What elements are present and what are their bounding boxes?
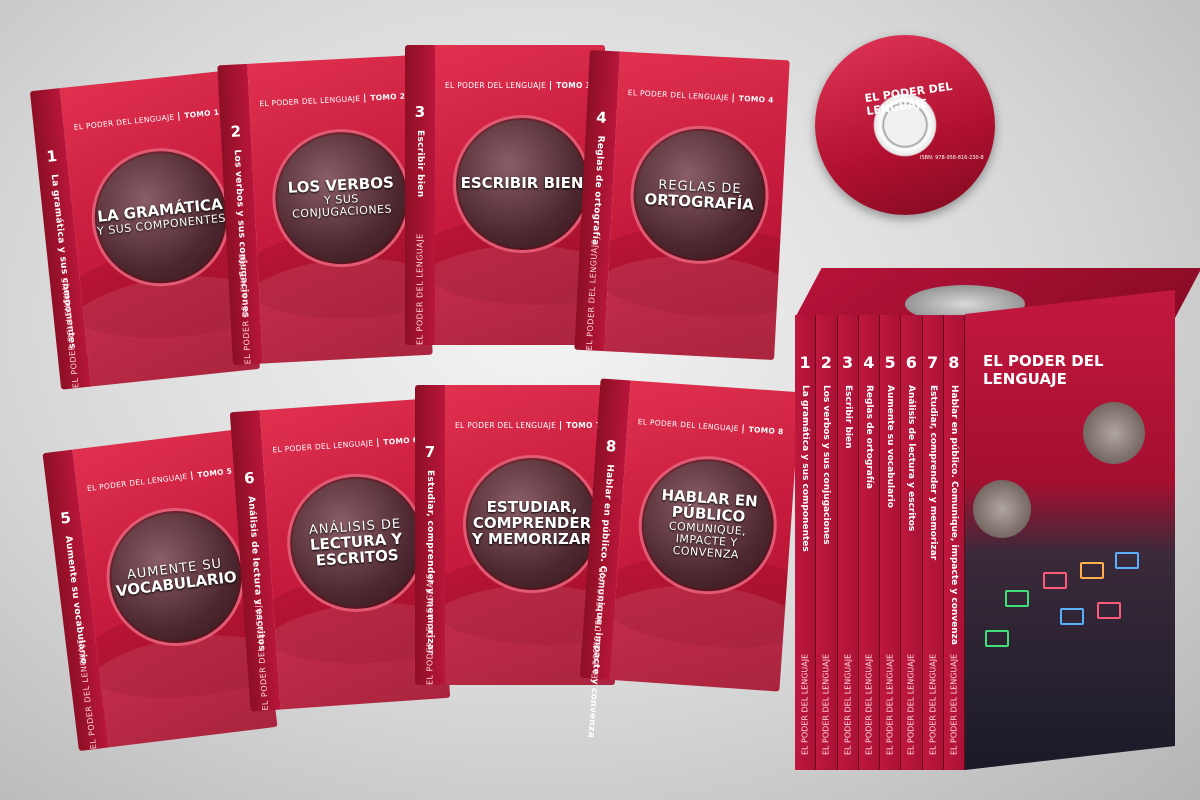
box-title: EL PODER DEL LENGUAJE bbox=[983, 352, 1104, 388]
box-spine-6: 6 Análisis de lectura y escritos EL PODER … bbox=[901, 315, 923, 770]
cd-isbn: ISBN: 978-958-816-230-8 bbox=[920, 155, 984, 161]
box-spine-3: 3 Escribir bien EL PODER DEL LENGUAJE bbox=[837, 315, 859, 770]
cover-header: EL PODER DEL LENGUAJE TOMO 4 bbox=[627, 88, 774, 105]
book-number: 6 bbox=[243, 468, 256, 488]
cover-subtitle: COMUNIQUE, IMPACTE Y CONVENZA bbox=[668, 519, 747, 562]
spine-title: Escribir bien bbox=[415, 130, 425, 198]
cover-header: EL PODER DEL LENGUAJE TOMO 5 bbox=[86, 466, 233, 494]
box-spine-2: 2 Los verbos y sus conjugaciones EL PODER … bbox=[816, 315, 838, 770]
spine-series: EL PODER DEL LENGUAJE bbox=[415, 233, 425, 345]
cd-disc: EL PODER DEL LENGUAJE ISBN: 978-958-816-… bbox=[815, 35, 995, 215]
box-photo bbox=[1083, 402, 1145, 464]
book-number: 8 bbox=[605, 436, 617, 456]
book-3: 3 Escribir bien EL PODER DEL LENGUAJE EL… bbox=[405, 45, 605, 345]
chat-bubble-icon bbox=[1097, 602, 1121, 619]
cover-title: ESTUDIAR, COMPRENDER Y MEMORIZAR bbox=[471, 498, 593, 548]
book-number: 2 bbox=[230, 122, 242, 141]
chat-bubble-icon bbox=[1115, 552, 1139, 569]
spine-series: EL PODER DEL LENGUAJE bbox=[584, 238, 600, 351]
box-spine-5: 5 Aumente su vocabulario EL PODER DEL LENG… bbox=[880, 315, 902, 770]
spine-series: EL PODER DEL LENGUAJE bbox=[237, 252, 253, 365]
spine-series: EL PODER DEL LENGUAJE bbox=[59, 276, 81, 389]
cover-header: EL PODER DEL LENGUAJE TOMO 8 bbox=[637, 417, 784, 437]
cover-header: EL PODER DEL LENGUAJE TOMO 2 bbox=[259, 91, 406, 109]
book-number: 3 bbox=[414, 103, 426, 121]
cd-title: EL PODER DEL LENGUAJE bbox=[863, 79, 954, 118]
cover-header: EL PODER DEL LENGUAJE TOMO 1 bbox=[73, 107, 220, 132]
spine-title: Reglas de ortografía bbox=[589, 135, 606, 246]
book-4: 4 Reglas de ortografía EL PODER DEL LENG… bbox=[574, 49, 790, 361]
spine-series: EL PODER DEL LENGUAJE bbox=[425, 573, 435, 685]
box-spine-1: 1 La gramática y sus componentes EL PODER … bbox=[795, 315, 817, 770]
chat-bubble-icon bbox=[1005, 590, 1029, 607]
box-spine-4: 4 Reglas de ortografía EL PODER DEL LENGUA… bbox=[858, 315, 880, 770]
box-spine-7: 7 Estudiar, comprender y memorizar EL PODE… bbox=[922, 315, 944, 770]
cover-header: EL PODER DEL LENGUAJE TOMO 3 bbox=[445, 81, 592, 90]
book-number: 5 bbox=[59, 508, 72, 528]
book-2: 2 Los verbos y sus conjugaciones EL PODE… bbox=[217, 54, 433, 366]
cover-title: ORTOGRAFÍA bbox=[644, 189, 755, 214]
box-photo bbox=[973, 480, 1031, 538]
chat-bubble-icon bbox=[1043, 572, 1067, 589]
cover-header: EL PODER DEL LENGUAJE TOMO 7 bbox=[455, 421, 602, 430]
chat-bubble-icon bbox=[1080, 562, 1104, 579]
box-side: EL PODER DEL LENGUAJE bbox=[965, 290, 1175, 770]
book-number: 7 bbox=[424, 443, 436, 461]
spine-series: EL PODER DEL LENGUAJE bbox=[253, 598, 271, 711]
box-spines: 1 La gramática y sus componentes EL PODER … bbox=[795, 315, 965, 770]
cover-photo-circle: ESCRIBIR BIEN bbox=[453, 115, 591, 253]
book-number: 4 bbox=[595, 108, 608, 127]
cover-photo-circle: ESTUDIAR, COMPRENDER Y MEMORIZAR bbox=[463, 455, 601, 593]
chat-bubble-icon bbox=[1060, 608, 1084, 625]
cover-title: ESCRIBIR BIEN bbox=[460, 174, 584, 193]
book-number: 1 bbox=[45, 146, 58, 166]
book-8: 8 Hablar en público. Comunique, impacte … bbox=[579, 378, 801, 738]
cover-header: EL PODER DEL LENGUAJE TOMO 6 bbox=[272, 435, 419, 455]
box-spine-8: 8 Hablar en público. Comunique, impacte y… bbox=[943, 315, 965, 770]
cover-title: LECTURA Y ESCRITOS bbox=[309, 529, 403, 570]
chat-bubble-icon bbox=[985, 630, 1009, 647]
